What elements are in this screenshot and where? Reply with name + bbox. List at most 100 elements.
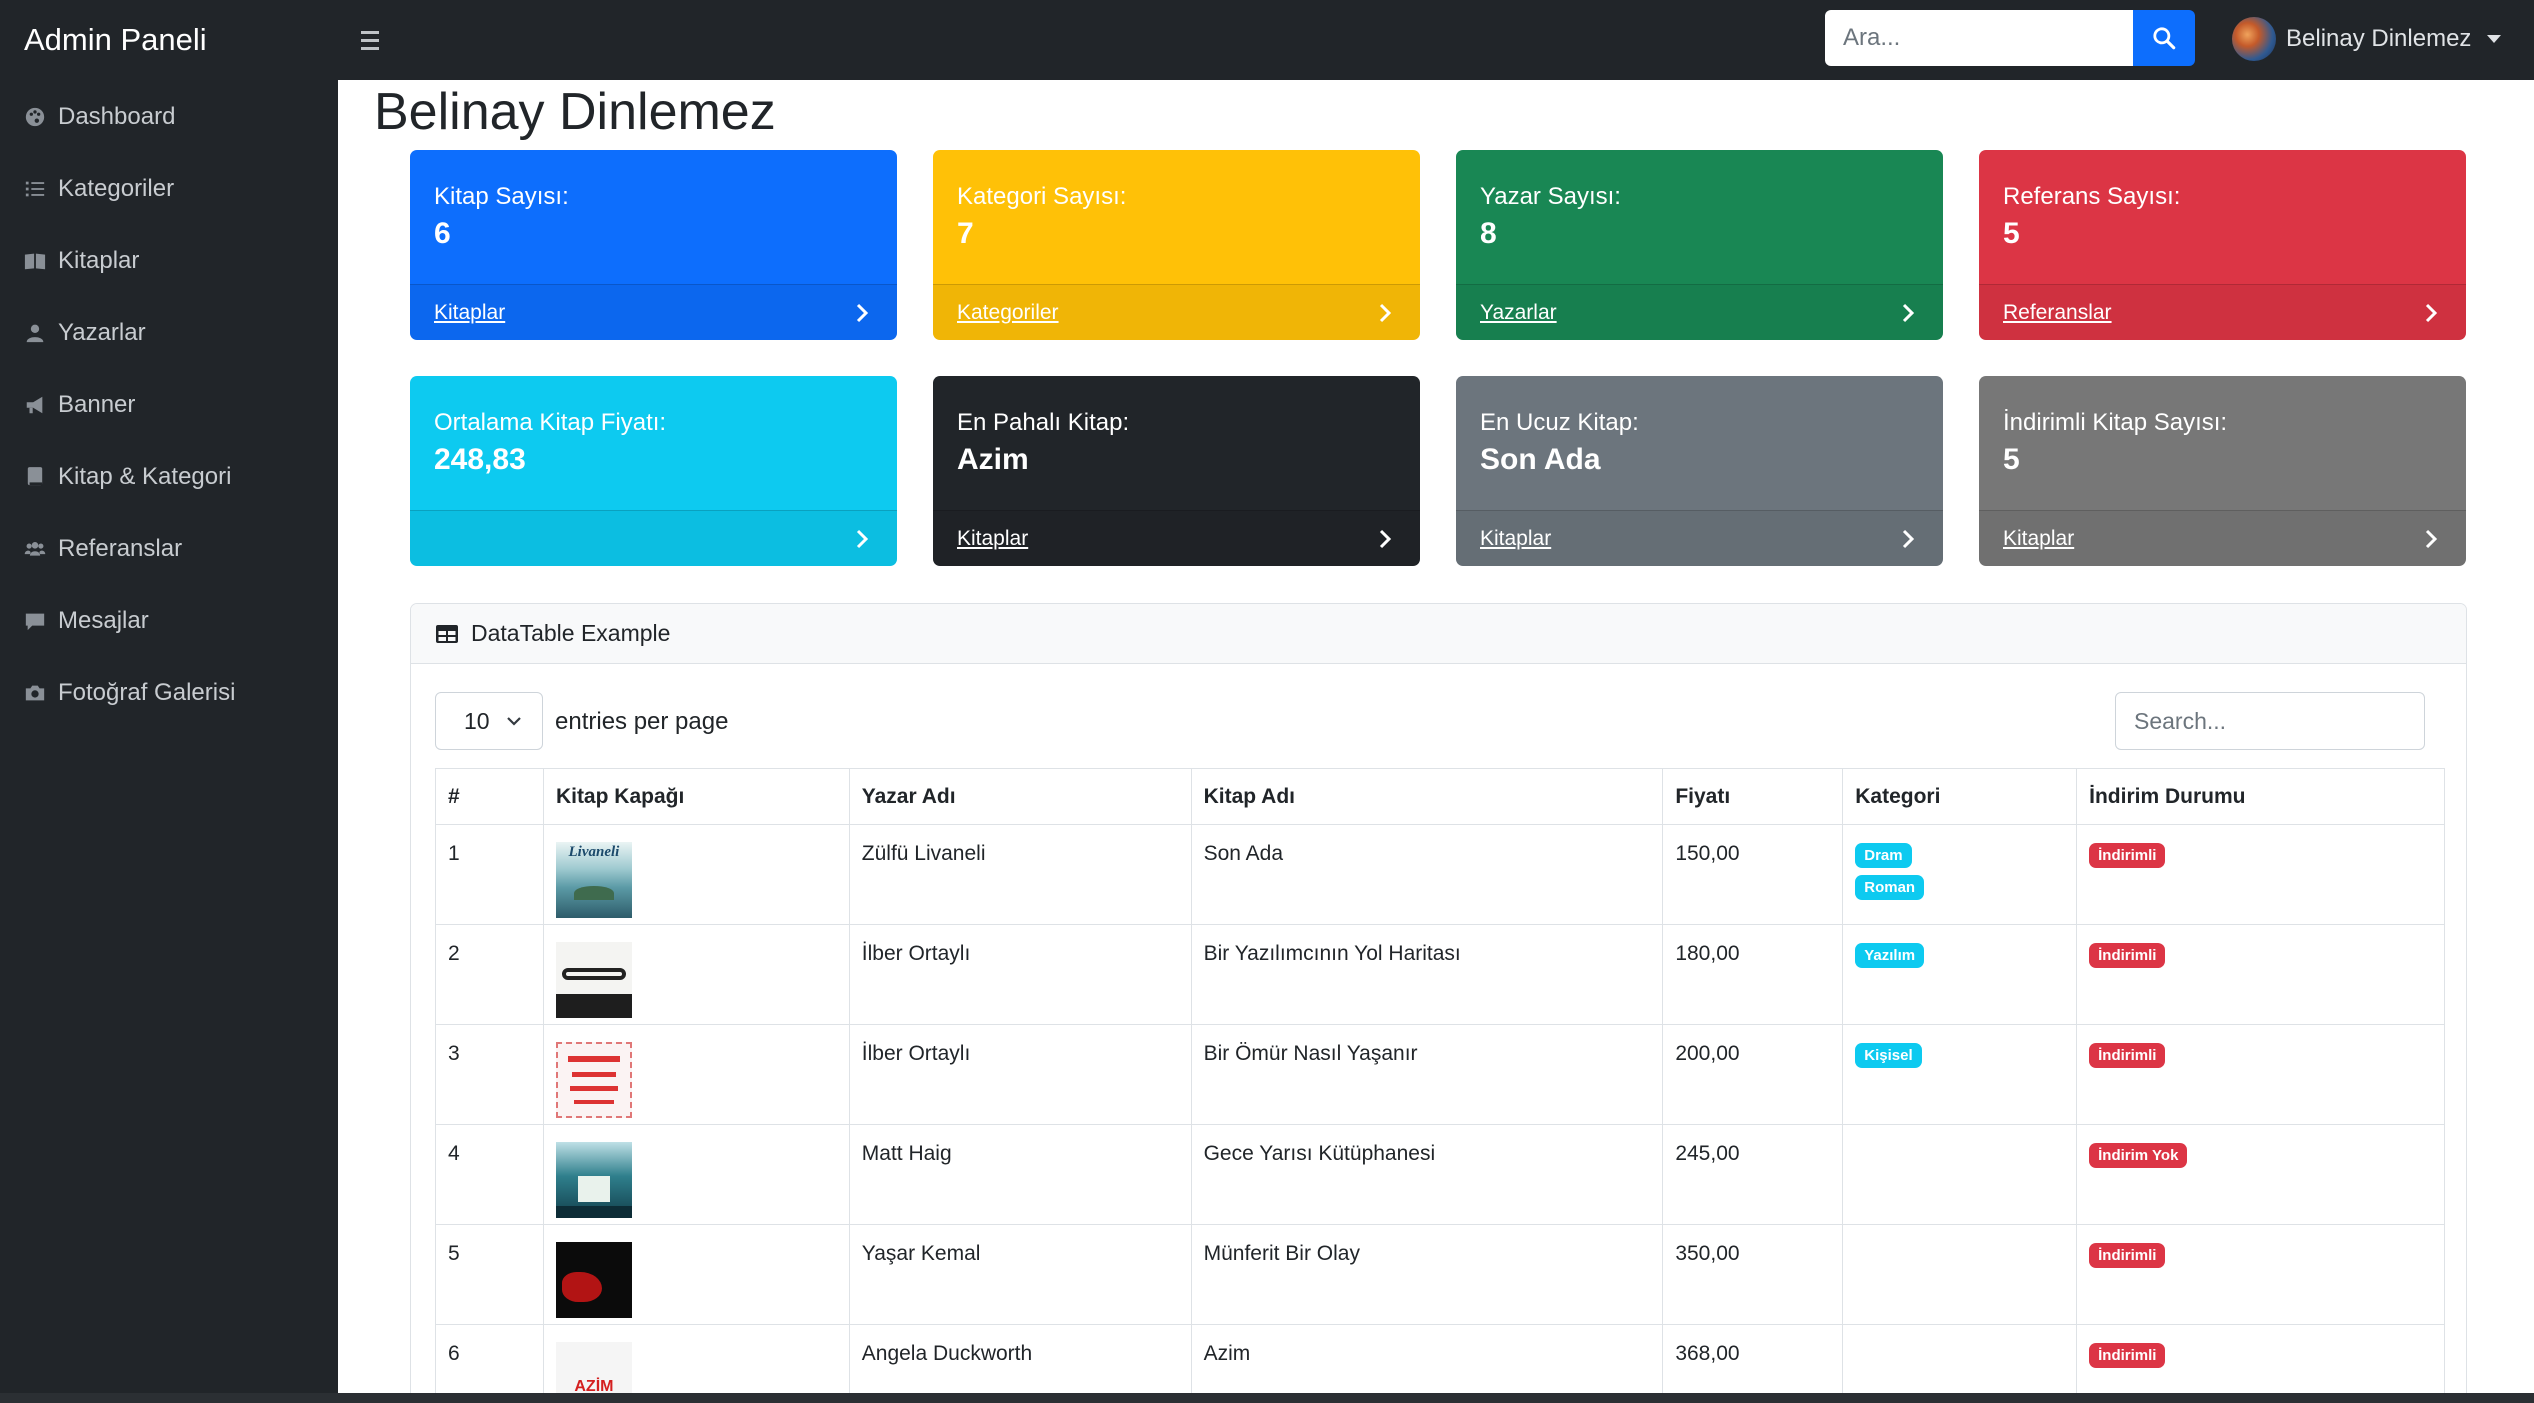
card-value: 248,83 xyxy=(434,443,526,476)
table-row: 6 AZİM Angela Duckworth Azim 368,00 İndi… xyxy=(435,1324,2445,1393)
chevron-right-icon[interactable] xyxy=(851,302,873,324)
cover-title: AZİM xyxy=(574,1378,614,1393)
sidebar-item-dashboard[interactable]: Dashboard xyxy=(0,87,338,147)
discount-badge: İndirimli xyxy=(2089,943,2166,968)
chevron-right-icon[interactable] xyxy=(1374,528,1396,550)
card-footer: Kitaplar xyxy=(933,510,1420,566)
sidebar-item-yazarlar[interactable]: Yazarlar xyxy=(0,303,338,363)
navbar-search-input[interactable] xyxy=(1825,10,2133,66)
chevron-right-icon[interactable] xyxy=(2420,302,2442,324)
card-body: En Pahalı Kitap: Azim xyxy=(933,376,1420,510)
sidebar-item-kitap-kategori[interactable]: Kitap & Kategori xyxy=(0,447,338,507)
book-price: 200,00 xyxy=(1662,1024,1844,1125)
card-value: 5 xyxy=(2003,217,2020,250)
column-header[interactable]: İndirim Durumu xyxy=(2076,768,2445,825)
sidebar-item-label: Dashboard xyxy=(58,103,176,130)
card-label: Referans Sayısı: xyxy=(2003,183,2181,210)
navbar-search-button[interactable] xyxy=(2133,10,2195,66)
sidebar-item-kategoriler[interactable]: Kategoriler xyxy=(0,159,338,219)
card-value: 7 xyxy=(957,217,974,250)
datatable-title: DataTable Example xyxy=(471,620,671,646)
stat-card-en-pahali: En Pahalı Kitap: Azim Kitaplar xyxy=(933,376,1420,566)
discount-badge: İndirimli xyxy=(2089,1043,2166,1068)
book-cover-image: Livaneli xyxy=(555,842,632,918)
top-navbar: Admin Paneli Belinay Dinlemez xyxy=(0,0,2534,80)
hamburger-icon xyxy=(361,46,379,50)
author-name: Zülfü Livaneli xyxy=(848,824,1192,925)
card-link[interactable]: Kitaplar xyxy=(957,527,1028,551)
sidebar-item-label: Kategoriler xyxy=(58,175,175,202)
card-link[interactable]: Yazarlar xyxy=(1480,301,1557,325)
card-label: En Pahalı Kitap: xyxy=(957,409,1130,436)
datatable-card: DataTable Example 10 entries per page # … xyxy=(410,603,2467,1393)
sidebar-item-label: Referanslar xyxy=(58,535,183,562)
camera-icon xyxy=(24,682,46,704)
card-footer: Kitaplar xyxy=(1456,510,1943,566)
book-title: Münferit Bir Olay xyxy=(1190,1224,1664,1325)
card-label: Yazar Sayısı: xyxy=(1480,183,1621,210)
card-label: Kategori Sayısı: xyxy=(957,183,1127,210)
card-link[interactable]: Kitaplar xyxy=(434,301,505,325)
category-badge: Yazılım xyxy=(1855,943,1925,968)
book-title: Gece Yarısı Kütüphanesi xyxy=(1190,1124,1664,1225)
chevron-right-icon[interactable] xyxy=(1374,302,1396,324)
sidebar-item-banner[interactable]: Banner xyxy=(0,375,338,435)
card-label: En Ucuz Kitap: xyxy=(1480,409,1639,436)
sidebar-item-referanslar[interactable]: Referanslar xyxy=(0,519,338,579)
book-title: Bir Ömür Nasıl Yaşanır xyxy=(1190,1024,1664,1125)
entries-per-page-select[interactable]: 10 xyxy=(435,692,543,750)
card-link[interactable]: Kitaplar xyxy=(2003,527,2074,551)
book-price: 350,00 xyxy=(1662,1224,1844,1325)
chevron-down-icon xyxy=(507,717,521,726)
table-row: 3 İlber Ortaylı Bir Ömür Nasıl Yaşanır 2… xyxy=(435,1024,2445,1125)
datatable-header: DataTable Example xyxy=(411,604,2466,664)
chevron-right-icon[interactable] xyxy=(851,528,873,550)
discount-badge: İndirimli xyxy=(2089,1243,2166,1268)
stat-card-referans-sayisi: Referans Sayısı: 5 Referanslar xyxy=(1979,150,2466,340)
column-header[interactable]: Kategori xyxy=(1842,768,2078,825)
row-id: 6 xyxy=(435,1324,544,1393)
table-icon xyxy=(436,624,458,643)
column-header[interactable]: Yazar Adı xyxy=(848,768,1192,825)
sidebar-item-kitaplar[interactable]: Kitaplar xyxy=(0,231,338,291)
card-value: 5 xyxy=(2003,443,2020,476)
card-value: Son Ada xyxy=(1480,443,1601,476)
chevron-right-icon[interactable] xyxy=(2420,528,2442,550)
horizontal-scrollbar[interactable] xyxy=(0,1393,2534,1403)
sidebar-item-label: Fotoğraf Galerisi xyxy=(58,679,236,706)
card-label: İndirimli Kitap Sayısı: xyxy=(2003,409,2228,436)
column-header[interactable]: Kitap Kapağı xyxy=(542,768,850,825)
brand[interactable]: Admin Paneli xyxy=(0,22,338,58)
book-price: 150,00 xyxy=(1662,824,1844,925)
stat-card-kategori-sayisi: Kategori Sayısı: 7 Kategoriler xyxy=(933,150,1420,340)
caret-down-icon xyxy=(2487,35,2502,43)
sidebar-item-fotograf-galerisi[interactable]: Fotoğraf Galerisi xyxy=(0,663,338,723)
table-row: 2 İlber Ortaylı Bir Yazılımcının Yol Har… xyxy=(435,924,2445,1025)
sidebar-item-mesajlar[interactable]: Mesajlar xyxy=(0,591,338,651)
author-name: İlber Ortaylı xyxy=(848,1024,1192,1125)
book-title: Azim xyxy=(1190,1324,1664,1393)
card-link[interactable]: Referanslar xyxy=(2003,301,2112,325)
user-menu[interactable]: Belinay Dinlemez xyxy=(2232,14,2502,64)
column-header[interactable]: # xyxy=(435,768,544,825)
card-body: İndirimli Kitap Sayısı: 5 xyxy=(1979,376,2466,510)
stat-card-kitap-sayisi: Kitap Sayısı: 6 Kitaplar xyxy=(410,150,897,340)
card-body: En Ucuz Kitap: Son Ada xyxy=(1456,376,1943,510)
sidebar-item-label: Mesajlar xyxy=(58,607,149,634)
chevron-right-icon[interactable] xyxy=(1897,528,1919,550)
datatable-search-input[interactable] xyxy=(2115,692,2425,750)
column-header[interactable]: Fiyatı xyxy=(1662,768,1844,825)
card-footer: Yazarlar xyxy=(1456,284,1943,340)
chevron-right-icon[interactable] xyxy=(1897,302,1919,324)
sidebar-item-label: Banner xyxy=(58,391,136,418)
stat-card-ortalama-fiyat: Ortalama Kitap Fiyatı: 248,83 xyxy=(410,376,897,566)
card-label: Kitap Sayısı: xyxy=(434,183,569,210)
hamburger-icon xyxy=(361,30,379,34)
card-link[interactable]: Kategoriler xyxy=(957,301,1059,325)
card-footer: Kategoriler xyxy=(933,284,1420,340)
sidebar-toggle-button[interactable] xyxy=(348,18,392,62)
column-header[interactable]: Kitap Adı xyxy=(1190,768,1664,825)
book-title: Bir Yazılımcının Yol Haritası xyxy=(1190,924,1664,1025)
card-body: Referans Sayısı: 5 xyxy=(1979,150,2466,284)
card-link[interactable]: Kitaplar xyxy=(1480,527,1551,551)
